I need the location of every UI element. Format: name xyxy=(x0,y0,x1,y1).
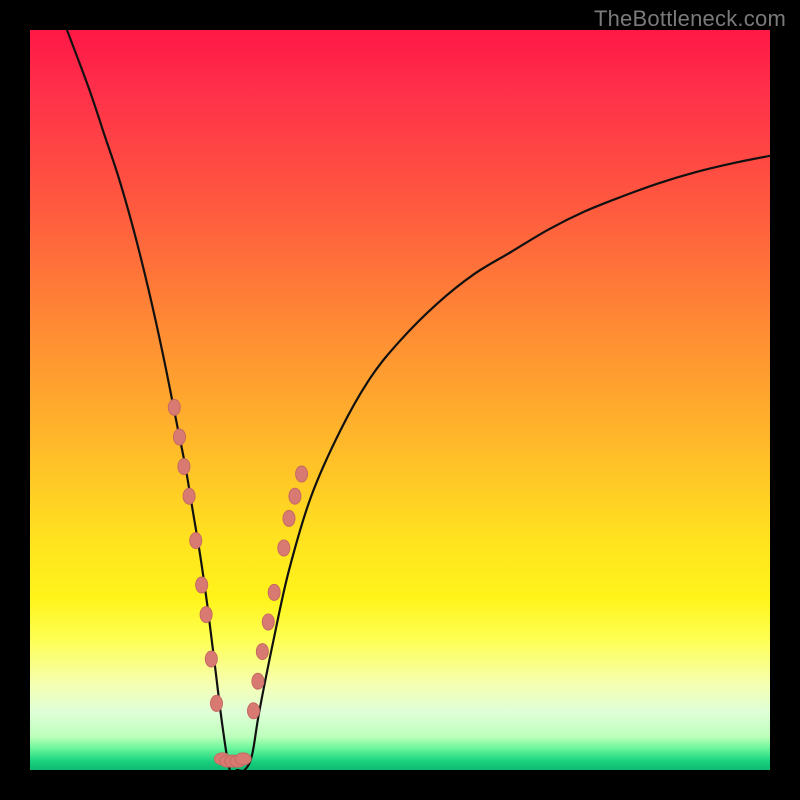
chart-svg xyxy=(30,30,770,770)
data-dot xyxy=(256,644,268,660)
data-dot xyxy=(247,703,259,719)
data-dot xyxy=(178,459,190,475)
data-dot xyxy=(235,753,251,765)
data-dot xyxy=(183,488,195,504)
data-dot xyxy=(289,488,301,504)
dots-right-branch xyxy=(247,466,307,719)
data-dot xyxy=(168,399,180,415)
chart-frame: TheBottleneck.com xyxy=(0,0,800,800)
data-dot xyxy=(283,510,295,526)
data-dot xyxy=(296,466,308,482)
data-dot xyxy=(278,540,290,556)
data-dot xyxy=(205,651,217,667)
dots-left-branch xyxy=(168,399,222,711)
data-dot xyxy=(196,577,208,593)
data-dot xyxy=(200,607,212,623)
data-dot xyxy=(252,673,264,689)
data-dot xyxy=(262,614,274,630)
data-dot xyxy=(268,584,280,600)
plot-area xyxy=(30,30,770,770)
data-dot xyxy=(210,695,222,711)
data-dot xyxy=(190,533,202,549)
data-dot xyxy=(173,429,185,445)
dots-bottom-flat xyxy=(214,753,251,767)
watermark-text: TheBottleneck.com xyxy=(594,6,786,32)
